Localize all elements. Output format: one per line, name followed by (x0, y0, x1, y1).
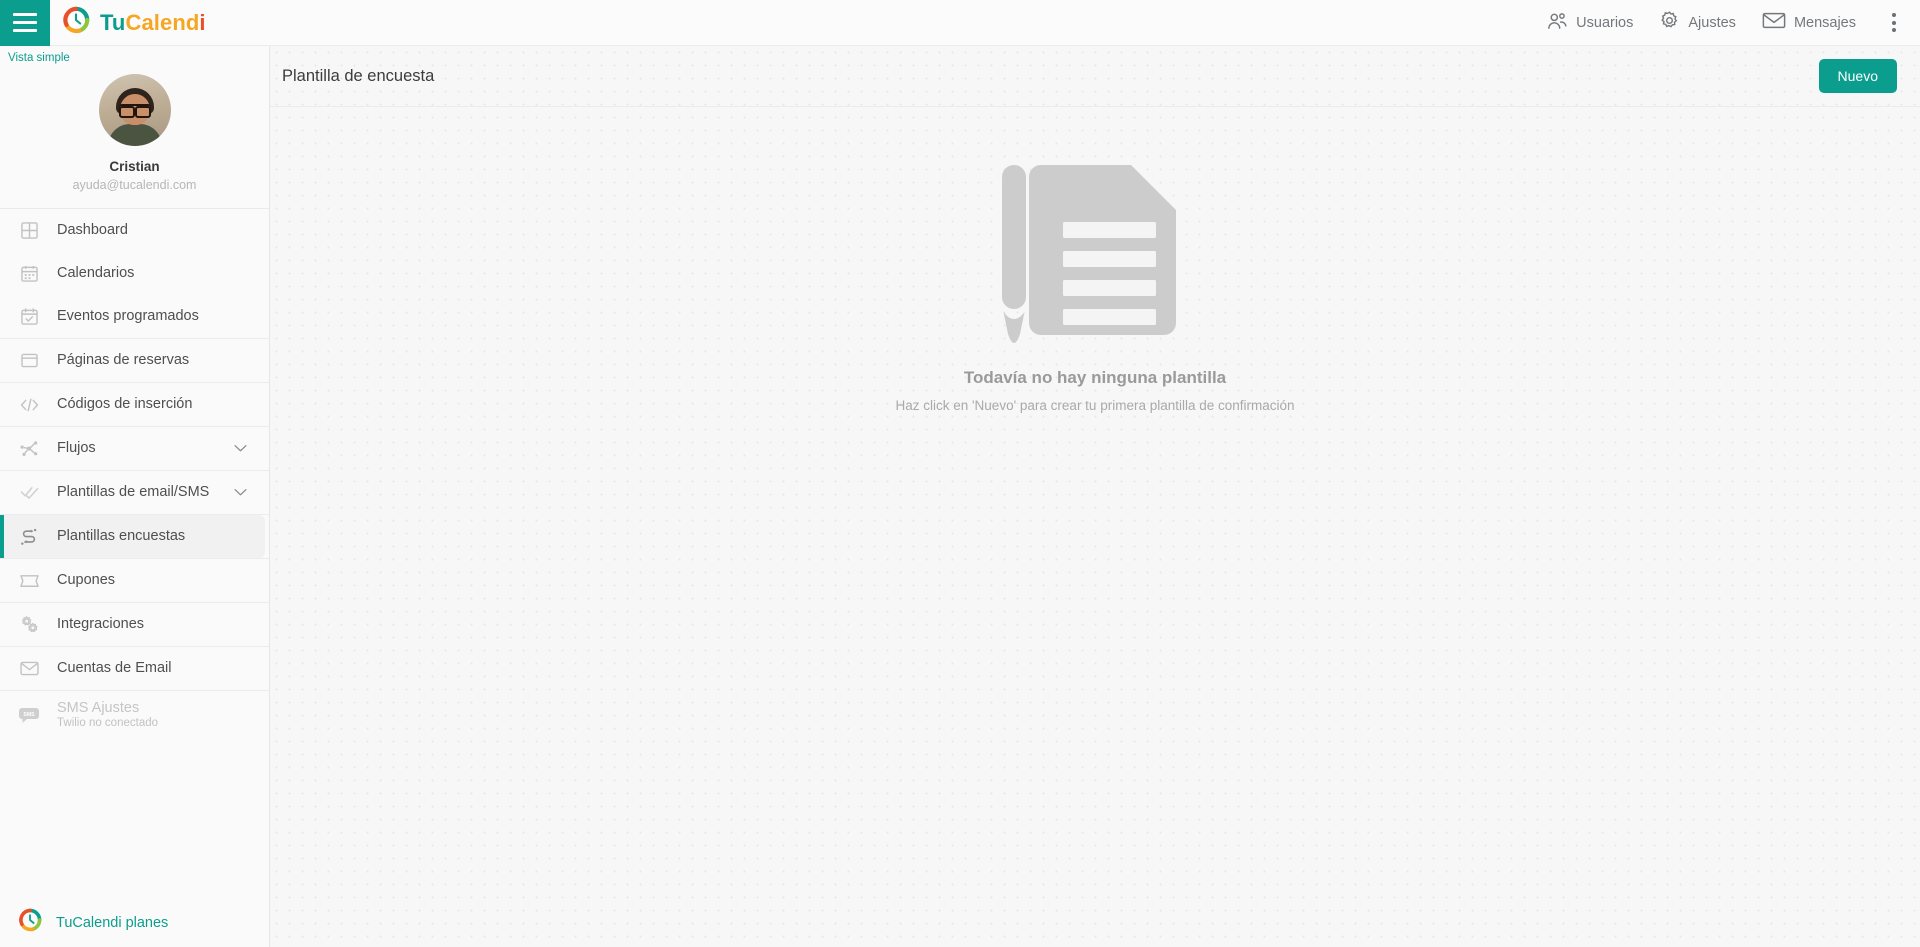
sidebar-item-plantillas-de-email-sms[interactable]: Plantillas de email/SMS (0, 471, 269, 514)
top-action-ajustes[interactable]: Ajustes (1659, 10, 1736, 35)
sidebar-item-eventos-programados[interactable]: Eventos programados (0, 295, 269, 338)
chevron-down-icon[interactable] (234, 444, 247, 453)
brand-part-2: Calend (125, 9, 200, 35)
sidebar-item-label: Integraciones (57, 616, 145, 633)
empty-state-title: Todavía no hay ninguna plantilla (963, 368, 1227, 387)
sidebar-item-cupones[interactable]: Cupones (0, 559, 269, 602)
top-bar-actions: Usuarios Ajustes Mensajes (1546, 7, 1920, 38)
sidebar-item-sms-ajustes: SMS SMS Ajustes Twilio no conectado (0, 691, 269, 739)
profile-name: Cristian (109, 159, 160, 174)
tucalendi-logo-icon (62, 6, 90, 39)
svg-text:SMS: SMS (23, 712, 35, 718)
sidebar-item-cuentas-de-email[interactable]: Cuentas de Email (0, 647, 269, 690)
top-action-label: Mensajes (1793, 14, 1856, 31)
sidebar-item-label: Códigos de inserción (57, 396, 193, 413)
double-check-icon (16, 480, 42, 506)
calendar-icon (16, 261, 42, 287)
main-header: Plantilla de encuesta Nuevo (270, 46, 1920, 107)
top-action-usuarios[interactable]: Usuarios (1546, 12, 1633, 34)
document-pencil-icon (995, 160, 1195, 350)
sidebar-nav: Dashboard Calendarios Eventos programado… (0, 208, 269, 739)
envelope-icon (16, 656, 42, 682)
kebab-menu-icon[interactable] (1882, 7, 1906, 38)
gear-icon (1659, 10, 1680, 35)
chevron-down-icon[interactable] (234, 488, 247, 497)
sidebar-item-sublabel: Twilio no conectado (57, 717, 159, 730)
sidebar-item-integraciones[interactable]: Integraciones (0, 603, 269, 646)
window-icon (16, 348, 42, 374)
ticket-icon (16, 568, 42, 594)
sms-bubble-icon: SMS (16, 702, 42, 728)
new-template-button[interactable]: Nuevo (1818, 59, 1897, 93)
sidebar-item-codigos-de-insercion[interactable]: Códigos de inserción (0, 383, 269, 426)
grid-icon (16, 218, 42, 244)
brand-logo[interactable]: TuCalendi (62, 6, 206, 39)
brand-part-1: Tu (100, 9, 126, 35)
sidebar-plans-link[interactable]: TuCalendi planes (0, 908, 168, 937)
profile-block: Cristian ayuda@tucalendi.com (0, 64, 269, 208)
sidebar-item-label: Flujos (57, 440, 96, 457)
event-check-icon (16, 304, 42, 330)
empty-state: Todavía no hay ninguna plantilla Haz cli… (270, 107, 1920, 413)
users-icon (1546, 12, 1568, 34)
top-bar: TuCalendi Usuarios Ajustes Mensajes (0, 0, 1920, 46)
sidebar-item-label: Cuentas de Email (57, 660, 172, 677)
brand-title: TuCalendi (100, 10, 206, 36)
sidebar-item-label: Cupones (57, 572, 116, 589)
sidebar-item-label: Plantillas de email/SMS (57, 484, 210, 501)
sidebar-item-calendarios[interactable]: Calendarios (0, 252, 269, 295)
sidebar-item-plantillas-encuestas[interactable]: Plantillas encuestas (0, 515, 265, 558)
envelope-icon (1762, 11, 1786, 34)
top-action-mensajes[interactable]: Mensajes (1762, 11, 1856, 34)
profile-email: ayuda@tucalendi.com (72, 178, 197, 192)
tucalendi-logo-icon (18, 908, 42, 937)
page-title: Plantilla de encuesta (282, 66, 435, 85)
sidebar-plans-label: TuCalendi planes (56, 914, 169, 931)
survey-icon (16, 524, 42, 550)
sidebar-item-label: SMS Ajustes Twilio no conectado (57, 700, 269, 731)
sidebar-item-label: Dashboard (57, 222, 128, 239)
sidebar-item-label: Páginas de reservas (57, 352, 190, 369)
sidebar-item-title: SMS Ajustes (57, 699, 140, 716)
sidebar-item-label: Plantillas encuestas (57, 528, 186, 545)
main-content: Plantilla de encuesta Nuevo Todavía no h… (270, 46, 1920, 947)
empty-state-subtitle: Haz click en 'Nuevo' para crear tu prime… (895, 398, 1295, 413)
sidebar-item-flujos[interactable]: Flujos (0, 427, 269, 470)
sidebar: Vista simple Cristian ayuda@tucalendi.co… (0, 46, 270, 947)
top-action-label: Ajustes (1688, 14, 1736, 31)
code-icon (16, 392, 42, 418)
sidebar-item-dashboard[interactable]: Dashboard (0, 209, 269, 252)
sidebar-item-paginas-de-reservas[interactable]: Páginas de reservas (0, 339, 269, 382)
view-mode-toggle[interactable]: Vista simple (0, 46, 269, 64)
hamburger-icon[interactable] (0, 0, 50, 46)
top-action-label: Usuarios (1576, 14, 1634, 31)
flow-icon (16, 436, 42, 462)
gears-icon (16, 612, 42, 638)
avatar[interactable] (98, 74, 171, 146)
sidebar-item-label: Eventos programados (57, 308, 199, 325)
sidebar-item-label: Calendarios (57, 265, 135, 282)
brand-part-3: i (199, 9, 206, 35)
